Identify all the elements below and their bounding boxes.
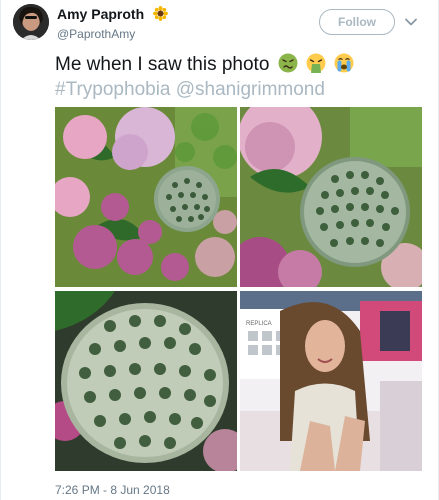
avatar[interactable] bbox=[13, 4, 49, 40]
tweet-text-main: Me when I saw this photo bbox=[55, 54, 270, 75]
user-handle[interactable]: @PaprothAmy bbox=[57, 27, 168, 41]
chevron-down-icon[interactable] bbox=[403, 14, 419, 30]
mention-link[interactable]: @shanigrimmond bbox=[176, 79, 325, 100]
media-image-lotus-bouquet[interactable] bbox=[55, 107, 237, 287]
tweet-card: Amy Paproth @PaprothAmy Follow Me when I… bbox=[0, 0, 439, 500]
media-grid[interactable]: REPLICA bbox=[55, 107, 422, 471]
replica-sign: REPLICA bbox=[246, 321, 272, 327]
follow-button[interactable]: Follow bbox=[319, 9, 395, 35]
sunflower-icon bbox=[152, 6, 168, 21]
nauseated-face-icon bbox=[278, 53, 298, 73]
crying-face-icon bbox=[334, 53, 354, 73]
media-image-lotus-closeup[interactable] bbox=[240, 107, 422, 287]
vomiting-face-icon bbox=[306, 53, 326, 73]
media-image-woman-reaction[interactable]: REPLICA bbox=[240, 291, 422, 471]
display-name[interactable]: Amy Paproth bbox=[57, 6, 144, 22]
media-image-lotus-macro[interactable] bbox=[55, 291, 237, 471]
hashtag-link[interactable]: #Trypophobia bbox=[55, 79, 170, 100]
user-info[interactable]: Amy Paproth @PaprothAmy bbox=[57, 6, 168, 41]
timestamp[interactable]: 7:26 PM - 8 Jun 2018 bbox=[55, 483, 170, 497]
tweet-text: Me when I saw this photo #Trypophobia @s… bbox=[55, 52, 425, 102]
